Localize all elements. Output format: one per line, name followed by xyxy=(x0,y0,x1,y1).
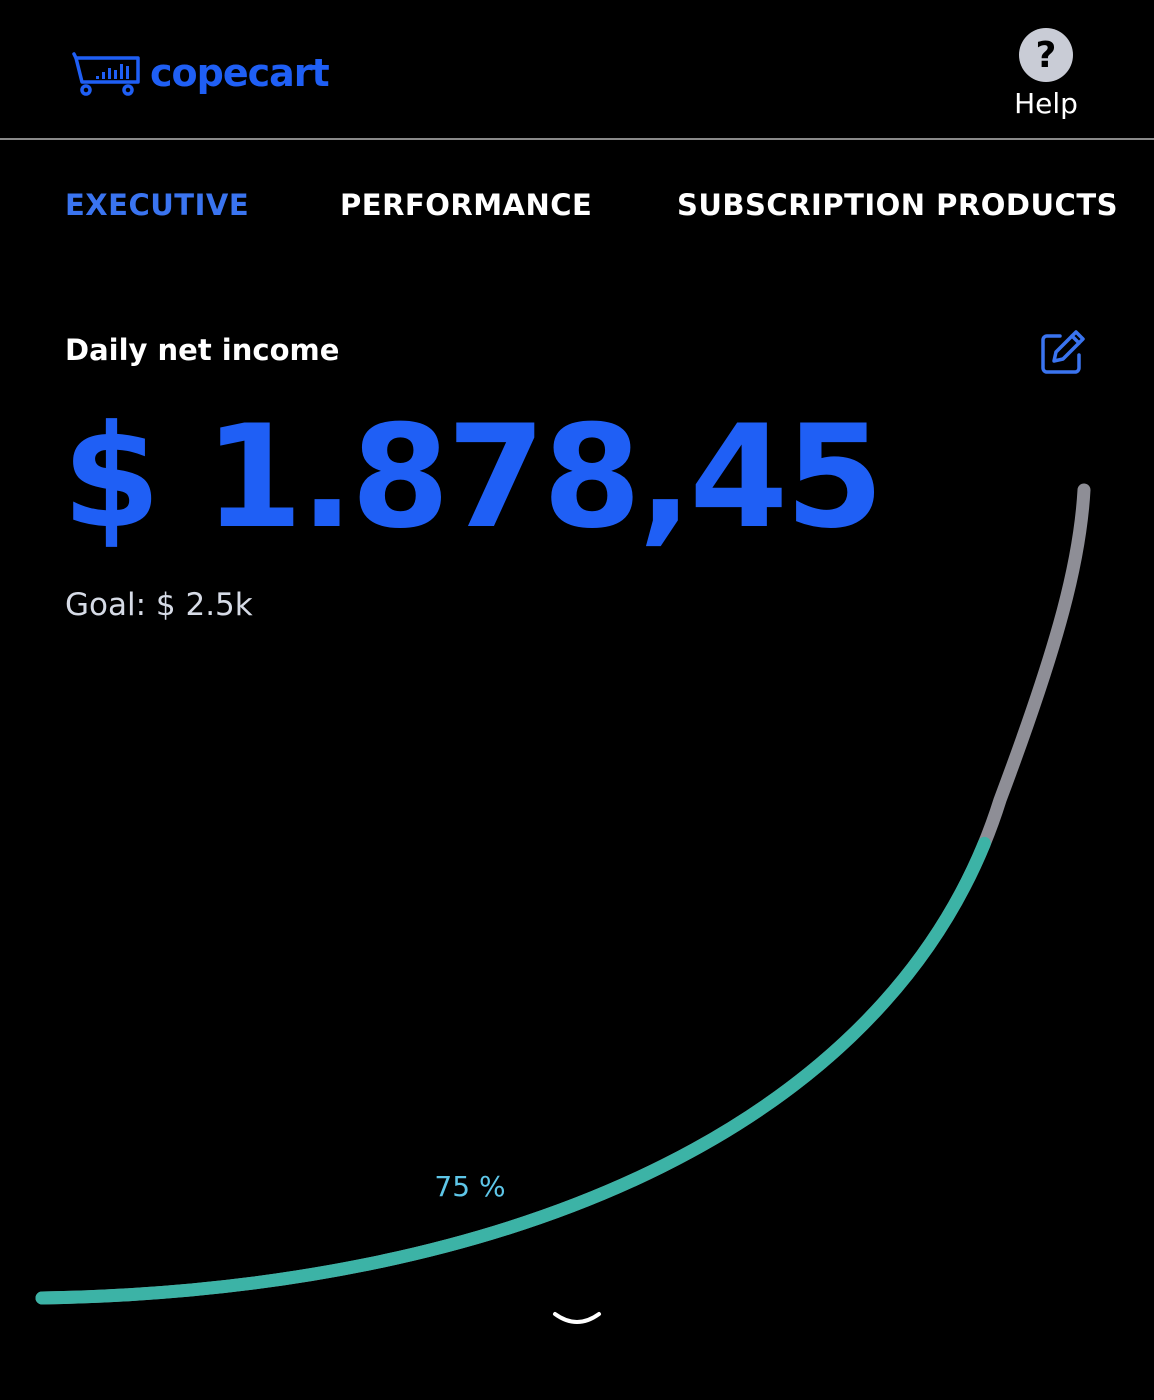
tab-subscription-products[interactable]: SUBSCRIPTION PRODUCTS xyxy=(677,188,1118,222)
logo-text: copecart xyxy=(150,51,330,95)
gauge-progress xyxy=(35,483,1091,1305)
gauge-track xyxy=(35,483,1091,1305)
tab-executive[interactable]: EXECUTIVE xyxy=(65,188,249,222)
progress-gauge xyxy=(35,483,1091,1305)
card-title: Daily net income xyxy=(65,333,340,367)
help-label: Help xyxy=(1014,87,1078,120)
chevron-down-icon[interactable] xyxy=(549,1306,605,1334)
edit-icon[interactable] xyxy=(1038,327,1088,377)
progress-percent: 75 % xyxy=(434,1170,506,1203)
copecart-logo[interactable]: copecart xyxy=(72,50,330,96)
cart-icon xyxy=(72,52,140,96)
app-header: copecart ? Help xyxy=(0,0,1154,140)
dashboard-tabs: EXECUTIVE PERFORMANCE SUBSCRIPTION PRODU… xyxy=(0,188,1154,228)
help-button[interactable]: ? Help xyxy=(1008,28,1084,118)
help-icon[interactable]: ? xyxy=(1019,28,1073,82)
tab-performance[interactable]: PERFORMANCE xyxy=(340,188,592,222)
